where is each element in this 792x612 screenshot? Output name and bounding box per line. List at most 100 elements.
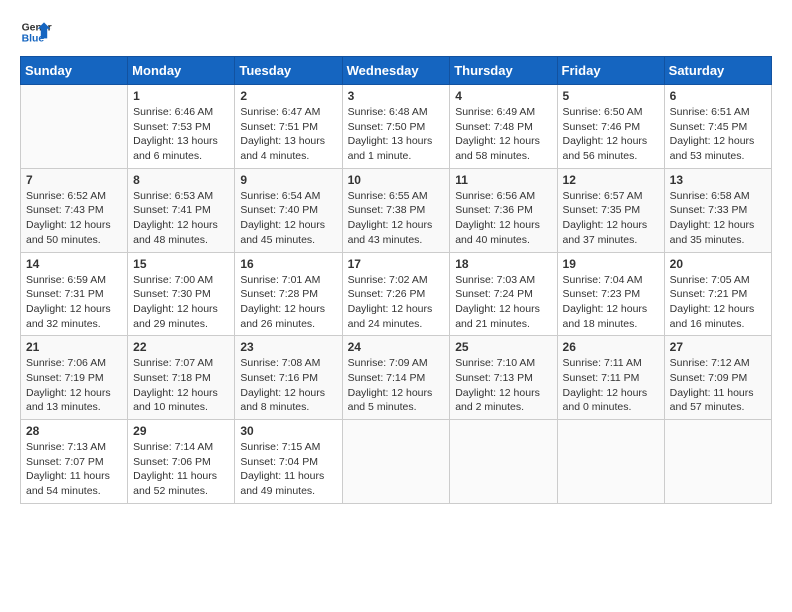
day-info: Sunrise: 7:01 AM Sunset: 7:28 PM Dayligh… xyxy=(240,273,336,332)
day-number: 8 xyxy=(133,173,229,187)
calendar-cell: 9Sunrise: 6:54 AM Sunset: 7:40 PM Daylig… xyxy=(235,168,342,252)
calendar-cell: 11 Sunrise: 6:56 AM Sunset: 7:36 PM Dayli… xyxy=(450,168,557,252)
day-number: 16 xyxy=(240,257,336,271)
day-info: Sunrise: 7:00 AM Sunset: 7:30 PM Dayligh… xyxy=(133,273,229,332)
calendar-cell: 10Sunrise: 6:55 AM Sunset: 7:38 PM Dayli… xyxy=(342,168,450,252)
day-of-week-header: Sunday xyxy=(21,57,128,85)
day-info: Sunrise: 7:06 AM Sunset: 7:19 PM Dayligh… xyxy=(26,356,122,415)
day-info: Sunrise: 7:09 AM Sunset: 7:14 PM Dayligh… xyxy=(348,356,445,415)
day-number: 6 xyxy=(670,89,766,103)
day-of-week-header: Thursday xyxy=(450,57,557,85)
calendar-week-row: 28 Sunrise: 7:13 AM Sunset: 7:07 PM Dayli… xyxy=(21,420,772,504)
calendar-cell: 25 Sunrise: 7:10 AM Sunset: 7:13 PM Dayli… xyxy=(450,336,557,420)
day-number: 17 xyxy=(348,257,445,271)
day-number: 24 xyxy=(348,340,445,354)
day-info: Sunrise: 6:57 AM Sunset: 7:35 PM Dayligh… xyxy=(563,189,659,248)
calendar-cell xyxy=(342,420,450,504)
calendar-cell: 21 Sunrise: 7:06 AM Sunset: 7:19 PM Dayli… xyxy=(21,336,128,420)
calendar-cell: 13 Sunrise: 6:58 AM Sunset: 7:33 PM Dayli… xyxy=(664,168,771,252)
day-info: Sunrise: 6:48 AM Sunset: 7:50 PM Dayligh… xyxy=(348,105,445,164)
calendar-cell: 3Sunrise: 6:48 AM Sunset: 7:50 PM Daylig… xyxy=(342,85,450,169)
day-number: 30 xyxy=(240,424,336,438)
day-of-week-header: Monday xyxy=(128,57,235,85)
day-of-week-header: Friday xyxy=(557,57,664,85)
day-number: 20 xyxy=(670,257,766,271)
day-info: Sunrise: 7:02 AM Sunset: 7:26 PM Dayligh… xyxy=(348,273,445,332)
calendar-cell xyxy=(450,420,557,504)
calendar-header-row: SundayMondayTuesdayWednesdayThursdayFrid… xyxy=(21,57,772,85)
day-number: 26 xyxy=(563,340,659,354)
day-number: 5 xyxy=(563,89,659,103)
day-of-week-header: Wednesday xyxy=(342,57,450,85)
day-info: Sunrise: 6:55 AM Sunset: 7:38 PM Dayligh… xyxy=(348,189,445,248)
day-info: Sunrise: 7:04 AM Sunset: 7:23 PM Dayligh… xyxy=(563,273,659,332)
day-info: Sunrise: 7:05 AM Sunset: 7:21 PM Dayligh… xyxy=(670,273,766,332)
calendar-cell: 16 Sunrise: 7:01 AM Sunset: 7:28 PM Dayli… xyxy=(235,252,342,336)
calendar-cell: 14 Sunrise: 6:59 AM Sunset: 7:31 PM Dayli… xyxy=(21,252,128,336)
logo-icon: General Blue xyxy=(20,16,52,48)
calendar-cell: 4 Sunrise: 6:49 AM Sunset: 7:48 PM Daylig… xyxy=(450,85,557,169)
day-info: Sunrise: 6:53 AM Sunset: 7:41 PM Dayligh… xyxy=(133,189,229,248)
day-of-week-header: Tuesday xyxy=(235,57,342,85)
calendar-cell: 24 Sunrise: 7:09 AM Sunset: 7:14 PM Dayli… xyxy=(342,336,450,420)
logo: General Blue xyxy=(20,16,52,48)
day-number: 7 xyxy=(26,173,122,187)
calendar-cell: 5 Sunrise: 6:50 AM Sunset: 7:46 PM Daylig… xyxy=(557,85,664,169)
page-header: General Blue xyxy=(20,16,772,48)
calendar-cell: 17 Sunrise: 7:02 AM Sunset: 7:26 PM Dayli… xyxy=(342,252,450,336)
day-info: Sunrise: 7:11 AM Sunset: 7:11 PM Dayligh… xyxy=(563,356,659,415)
calendar-week-row: 14 Sunrise: 6:59 AM Sunset: 7:31 PM Dayli… xyxy=(21,252,772,336)
day-number: 25 xyxy=(455,340,551,354)
day-info: Sunrise: 7:14 AM Sunset: 7:06 PM Dayligh… xyxy=(133,440,229,499)
day-info: Sunrise: 7:08 AM Sunset: 7:16 PM Dayligh… xyxy=(240,356,336,415)
day-number: 4 xyxy=(455,89,551,103)
day-info: Sunrise: 6:58 AM Sunset: 7:33 PM Dayligh… xyxy=(670,189,766,248)
day-number: 21 xyxy=(26,340,122,354)
day-number: 27 xyxy=(670,340,766,354)
day-info: Sunrise: 7:13 AM Sunset: 7:07 PM Dayligh… xyxy=(26,440,122,499)
day-info: Sunrise: 6:54 AM Sunset: 7:40 PM Dayligh… xyxy=(240,189,336,248)
day-number: 23 xyxy=(240,340,336,354)
calendar-week-row: 7Sunrise: 6:52 AM Sunset: 7:43 PM Daylig… xyxy=(21,168,772,252)
calendar-cell: 28 Sunrise: 7:13 AM Sunset: 7:07 PM Dayli… xyxy=(21,420,128,504)
day-info: Sunrise: 6:46 AM Sunset: 7:53 PM Dayligh… xyxy=(133,105,229,164)
day-number: 19 xyxy=(563,257,659,271)
calendar-week-row: 1Sunrise: 6:46 AM Sunset: 7:53 PM Daylig… xyxy=(21,85,772,169)
day-number: 2 xyxy=(240,89,336,103)
day-info: Sunrise: 7:03 AM Sunset: 7:24 PM Dayligh… xyxy=(455,273,551,332)
calendar-cell: 29 Sunrise: 7:14 AM Sunset: 7:06 PM Dayli… xyxy=(128,420,235,504)
calendar-cell: 26 Sunrise: 7:11 AM Sunset: 7:11 PM Dayli… xyxy=(557,336,664,420)
day-info: Sunrise: 6:49 AM Sunset: 7:48 PM Dayligh… xyxy=(455,105,551,164)
calendar-cell: 7Sunrise: 6:52 AM Sunset: 7:43 PM Daylig… xyxy=(21,168,128,252)
calendar-cell: 18 Sunrise: 7:03 AM Sunset: 7:24 PM Dayli… xyxy=(450,252,557,336)
day-info: Sunrise: 7:15 AM Sunset: 7:04 PM Dayligh… xyxy=(240,440,336,499)
calendar-cell xyxy=(21,85,128,169)
calendar-cell: 2 Sunrise: 6:47 AM Sunset: 7:51 PM Daylig… xyxy=(235,85,342,169)
day-number: 11 xyxy=(455,173,551,187)
calendar-cell: 6 Sunrise: 6:51 AM Sunset: 7:45 PM Daylig… xyxy=(664,85,771,169)
calendar-cell xyxy=(664,420,771,504)
day-info: Sunrise: 7:12 AM Sunset: 7:09 PM Dayligh… xyxy=(670,356,766,415)
day-number: 28 xyxy=(26,424,122,438)
day-info: Sunrise: 6:56 AM Sunset: 7:36 PM Dayligh… xyxy=(455,189,551,248)
calendar-cell: 23 Sunrise: 7:08 AM Sunset: 7:16 PM Dayli… xyxy=(235,336,342,420)
day-of-week-header: Saturday xyxy=(664,57,771,85)
day-info: Sunrise: 6:47 AM Sunset: 7:51 PM Dayligh… xyxy=(240,105,336,164)
day-number: 13 xyxy=(670,173,766,187)
day-number: 15 xyxy=(133,257,229,271)
day-info: Sunrise: 7:07 AM Sunset: 7:18 PM Dayligh… xyxy=(133,356,229,415)
day-number: 22 xyxy=(133,340,229,354)
day-number: 29 xyxy=(133,424,229,438)
day-number: 18 xyxy=(455,257,551,271)
day-info: Sunrise: 6:59 AM Sunset: 7:31 PM Dayligh… xyxy=(26,273,122,332)
calendar-cell: 1Sunrise: 6:46 AM Sunset: 7:53 PM Daylig… xyxy=(128,85,235,169)
day-number: 14 xyxy=(26,257,122,271)
day-info: Sunrise: 6:51 AM Sunset: 7:45 PM Dayligh… xyxy=(670,105,766,164)
calendar-week-row: 21 Sunrise: 7:06 AM Sunset: 7:19 PM Dayli… xyxy=(21,336,772,420)
day-number: 12 xyxy=(563,173,659,187)
day-info: Sunrise: 6:50 AM Sunset: 7:46 PM Dayligh… xyxy=(563,105,659,164)
day-info: Sunrise: 7:10 AM Sunset: 7:13 PM Dayligh… xyxy=(455,356,551,415)
calendar-cell: 19 Sunrise: 7:04 AM Sunset: 7:23 PM Dayli… xyxy=(557,252,664,336)
calendar-cell: 27 Sunrise: 7:12 AM Sunset: 7:09 PM Dayli… xyxy=(664,336,771,420)
calendar-table: SundayMondayTuesdayWednesdayThursdayFrid… xyxy=(20,56,772,504)
